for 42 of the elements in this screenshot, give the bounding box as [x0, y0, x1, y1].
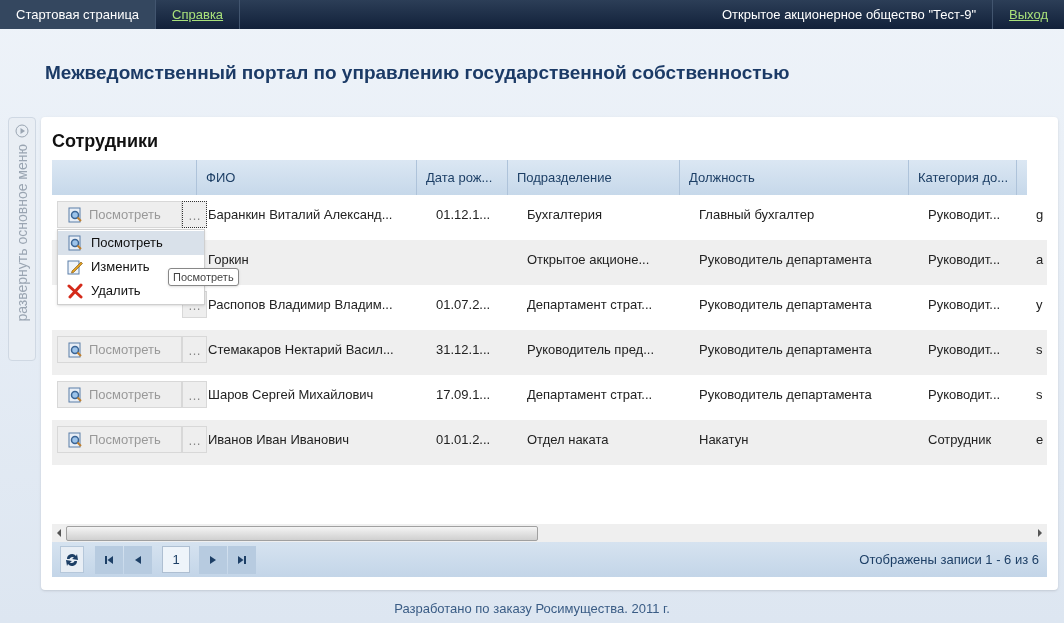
table-cell-text: 31.12.1...: [436, 340, 491, 359]
table-cell-text: s: [1036, 385, 1043, 404]
table-cell-text: 17.09.1...: [436, 385, 491, 404]
table-cell-text: Руководитель департамента: [699, 385, 872, 404]
table-cell-text: Руководитель департамента: [699, 295, 872, 314]
table-cell-text: 01.07.2...: [436, 295, 491, 314]
table-cell-text: Департамент страт...: [527, 295, 653, 314]
table-cell-text: a: [1036, 250, 1044, 269]
portal-title: Межведомственный портал по управлению государственной собственностью: [45, 60, 790, 85]
table-cell-text: Распопов Владимир Владим...: [208, 295, 393, 314]
table-cell-text: Горкин: [208, 250, 249, 269]
table-cell-text: 01.01.2...: [436, 430, 491, 449]
table-cell-text: Шаров Сергей Михайлович: [208, 385, 374, 404]
table-cell-text: Руководитель департамента: [699, 250, 872, 269]
footer-text: Разработано по заказу Росимущества. 2011 г.: [394, 600, 670, 618]
table-cell-text: Сотрудник: [928, 430, 992, 449]
table-cell-text: Бухгалтерия: [527, 205, 603, 224]
table-cell-text: e: [1036, 430, 1044, 449]
table-cell-text: Руководит...: [928, 250, 1001, 269]
panel-title: Сотрудники: [52, 130, 160, 153]
organization-name: Открытое акционерное общество "Тест-9": [705, 0, 994, 29]
table-cell-text: Отдел наката: [527, 430, 609, 449]
table-cell-text: Руководитель пред...: [527, 340, 654, 359]
table-cell-text: s: [1036, 340, 1043, 359]
table-cell-text: Руководит...: [928, 385, 1001, 404]
table-cell-text: Руководит...: [928, 295, 1001, 314]
table-cell-text: 01.12.1...: [436, 205, 491, 224]
table-cell-text: Баранкин Виталий Александ...: [208, 205, 393, 224]
table-cell-text: Департамент страт...: [527, 385, 653, 404]
table-cell-text: Руководитель департамента: [699, 340, 872, 359]
table-cell-text: Руководит...: [928, 205, 1001, 224]
table-cell-text: Стемакаров Нектарий Васил...: [208, 340, 394, 359]
tooltip: Посмотреть: [168, 268, 239, 286]
table-cell-text: y: [1036, 295, 1043, 314]
table-cell-text: Открытое акционе...: [527, 250, 650, 269]
sidebar-label: развернуть основное меню: [12, 144, 31, 322]
table-cell-text: g: [1036, 205, 1044, 224]
table-cell-text: Руководит...: [928, 340, 1001, 359]
table-cell-text: Главный бухгалтер: [699, 205, 815, 224]
table-cell-text: Иванов Иван Иванович: [208, 430, 350, 449]
table-cell-text: Накатун: [699, 430, 749, 449]
records-summary: Отображены записи 1 - 6 из 6: [859, 550, 1039, 569]
